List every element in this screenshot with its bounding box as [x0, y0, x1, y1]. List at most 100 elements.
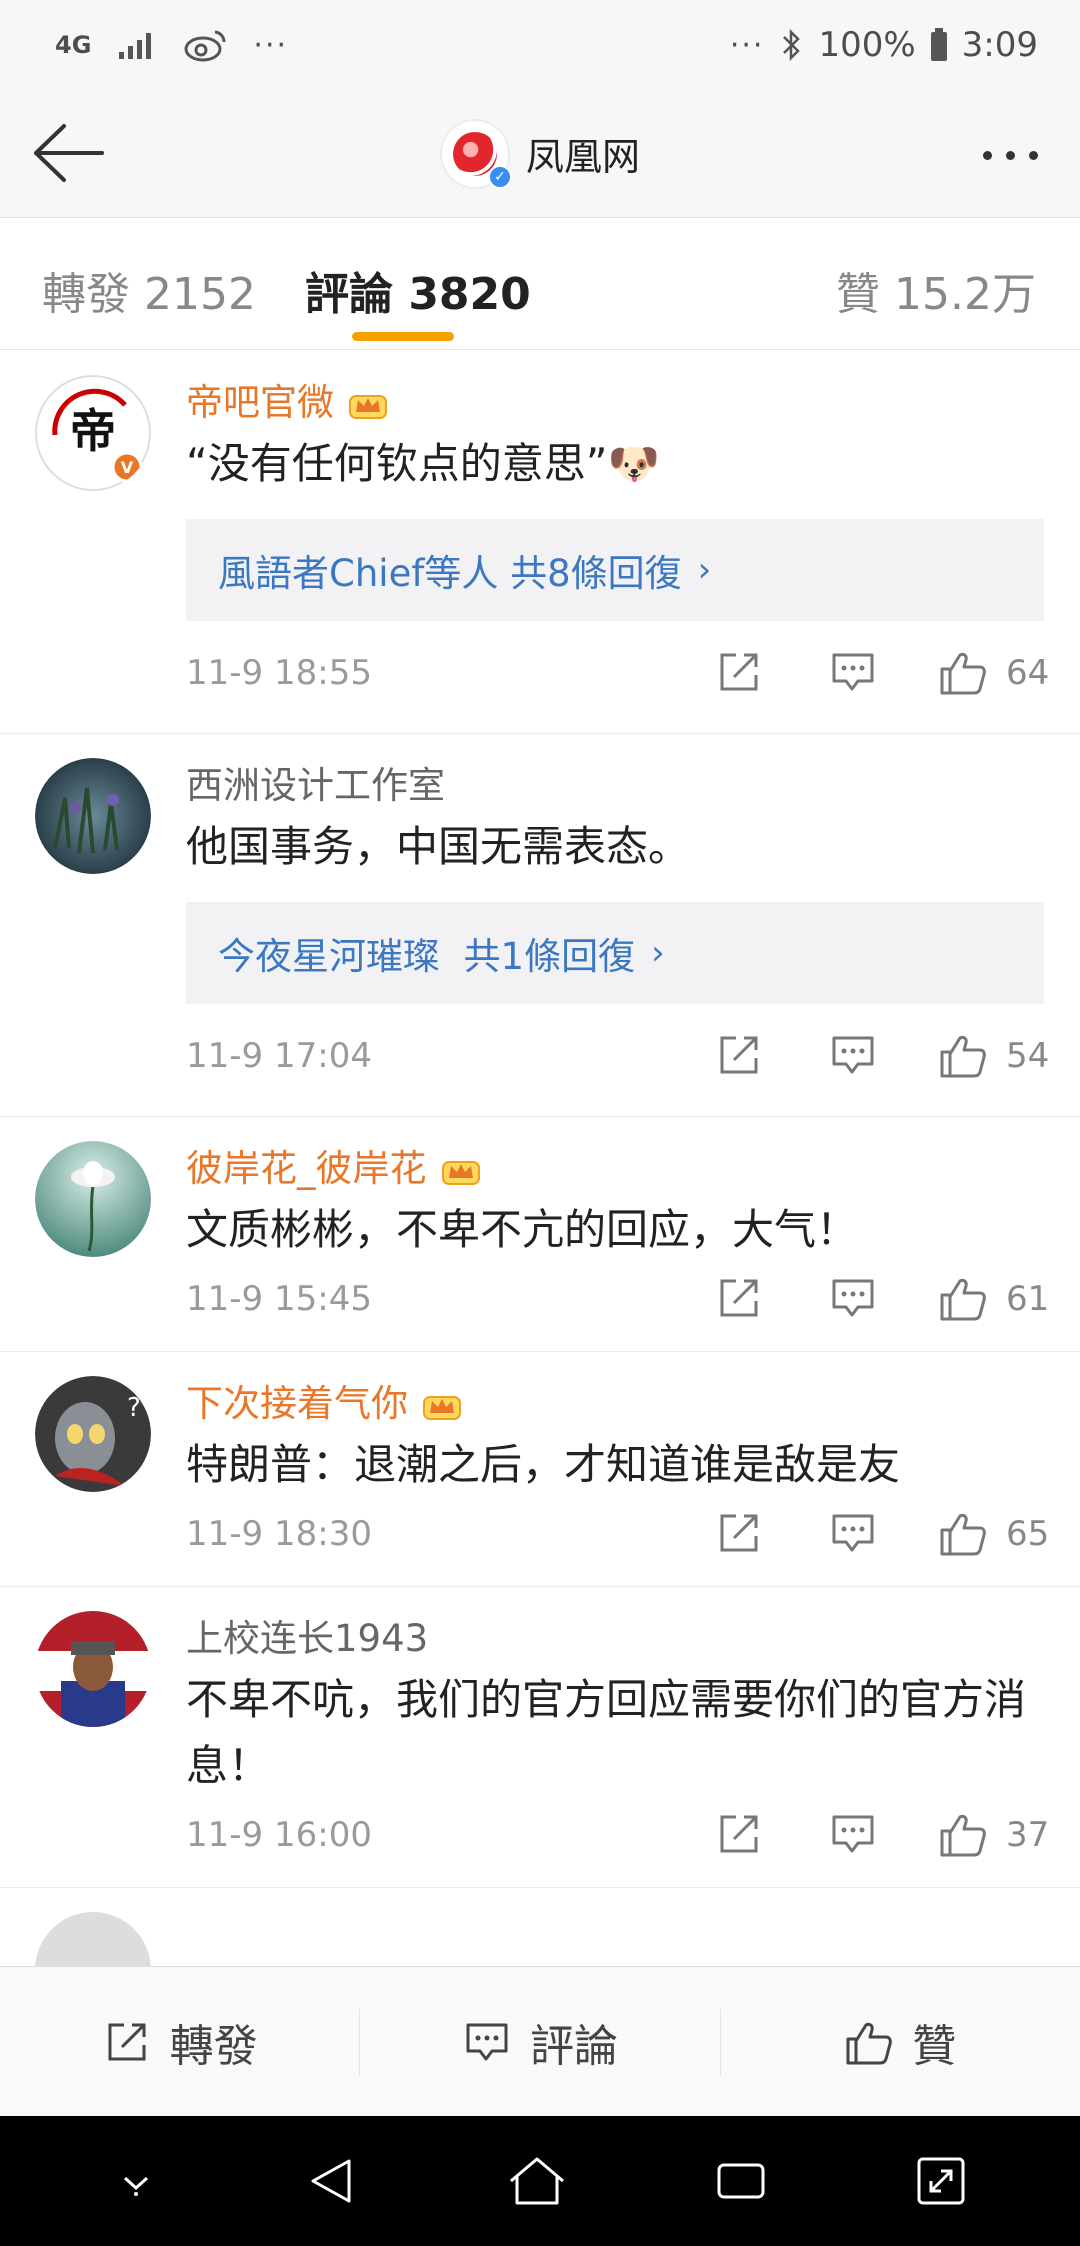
thumbs-up-icon[interactable] — [938, 1508, 988, 1558]
share-icon[interactable] — [714, 647, 764, 697]
author-name[interactable]: 西洲设计工作室 — [186, 758, 445, 814]
avatar[interactable] — [35, 758, 151, 874]
comment-meta: 11-9 18:30 65 — [186, 1498, 1080, 1586]
comment-icon[interactable] — [828, 647, 878, 697]
chevron-down-icon[interactable] — [111, 2156, 161, 2206]
tab-like[interactable]: 贊 15.2万 — [836, 258, 1036, 322]
share-icon[interactable] — [714, 1273, 764, 1323]
comment-text: 不卑不吭，我们的官方回应需要你们的官方消息！ — [186, 1675, 1027, 1790]
back-arrow-icon[interactable] — [28, 118, 108, 188]
avatar[interactable]: ? — [35, 1376, 151, 1492]
vip-crown-icon — [423, 1396, 461, 1420]
comment-text: 他国事务，中国无需表态。 — [186, 822, 691, 871]
comment-meta: 11-9 18:55 64 — [186, 621, 1080, 733]
avatar[interactable] — [35, 1141, 151, 1257]
like-count: 61 — [1006, 1279, 1050, 1319]
like-label: 贊 — [912, 2020, 957, 2072]
signal-icon — [119, 33, 152, 59]
thumbs-up-icon[interactable] — [938, 647, 988, 697]
back-triangle-icon[interactable] — [303, 2151, 363, 2211]
repost-button[interactable]: 轉發 — [0, 1967, 359, 2116]
like-count: 65 — [1006, 1514, 1050, 1554]
comment-time: 11-9 17:04 — [186, 1036, 372, 1076]
thumbs-up-icon[interactable] — [938, 1273, 988, 1323]
recent-apps-icon[interactable] — [711, 2151, 771, 2211]
replies-link[interactable]: 風語者Chief等人 共8條回復 › — [186, 519, 1044, 621]
chevron-right-icon: › — [697, 550, 712, 590]
share-icon[interactable] — [714, 1508, 764, 1558]
vip-crown-icon — [349, 395, 387, 419]
comment-button[interactable]: 評論 — [360, 1967, 719, 2116]
comment-author[interactable]: 下次接着气你 — [186, 1376, 1080, 1432]
header: ✓ 凤凰网 — [0, 90, 1080, 218]
clock: 3:09 — [961, 25, 1038, 65]
comment-meta: 11-9 17:04 54 — [186, 1004, 1080, 1116]
like-count: 37 — [1006, 1815, 1050, 1855]
replies-label: 風語者Chief等人 共8條回復 — [218, 552, 682, 595]
share-icon — [108, 2023, 146, 2060]
comment-author[interactable]: 西洲设计工作室 — [186, 758, 1080, 814]
comment-author[interactable]: 上校连长1943 — [186, 1611, 1080, 1667]
author-name[interactable]: 上校连长1943 — [186, 1611, 428, 1667]
comment-icon[interactable] — [828, 1809, 878, 1859]
page-title[interactable]: 凤凰网 — [526, 126, 640, 181]
like-count: 64 — [1006, 653, 1050, 693]
author-name[interactable]: 帝吧官微 — [186, 375, 334, 431]
bluetooth-icon — [783, 28, 801, 62]
comment-author[interactable]: 彼岸花_彼岸花 — [186, 1141, 1080, 1197]
share-icon[interactable] — [714, 1030, 764, 1080]
account-avatar[interactable]: ✓ — [439, 118, 512, 189]
more-options-icon[interactable] — [970, 130, 1050, 180]
comment-item: 西洲设计工作室 他国事务，中国无需表态。 今夜星河璀璨 共1條回復 › 11-9… — [0, 734, 1080, 1117]
verified-badge-icon: ✓ — [487, 164, 512, 189]
svg-text:?: ? — [127, 1393, 141, 1423]
comment-icon — [466, 2023, 508, 2060]
repost-label: 轉發 — [169, 2020, 258, 2072]
expand-icon[interactable] — [913, 2153, 969, 2209]
home-icon[interactable] — [505, 2151, 569, 2211]
comment-time: 11-9 18:55 — [186, 653, 372, 693]
comment-icon[interactable] — [828, 1030, 878, 1080]
comment-item: 上校连长1943 不卑不吭，我们的官方回应需要你们的官方消息！ 11-9 16:… — [0, 1587, 1080, 1888]
comment-list: 帝V 帝吧官微 “没有任何钦点的意思”🐶 風語者Chief等人 共8條回復 › … — [0, 351, 1080, 2028]
tab-comment[interactable]: 評論 3820 — [305, 258, 531, 322]
thumbs-up-icon[interactable] — [938, 1030, 988, 1080]
replies-label: 今夜星河璀璨 共1條回復 — [218, 935, 636, 978]
comment-label: 評論 — [529, 2020, 618, 2072]
comment-item-partial — [0, 1888, 1080, 2028]
tab-bar: 轉發 2152 評論 3820 贊 15.2万 — [0, 218, 1080, 350]
like-button[interactable]: 贊 — [721, 1967, 1080, 2116]
comment-text: 文质彬彬，不卑不亢的回应，大气！ — [186, 1205, 859, 1254]
comment-item: 彼岸花_彼岸花 文质彬彬，不卑不亢的回应，大气！ 11-9 15:45 61 — [0, 1117, 1080, 1352]
comment-item: 帝V 帝吧官微 “没有任何钦点的意思”🐶 風語者Chief等人 共8條回復 › … — [0, 351, 1080, 734]
avatar[interactable] — [35, 1611, 151, 1727]
share-icon[interactable] — [714, 1809, 764, 1859]
battery-percent: 100% — [818, 25, 916, 65]
comment-icon[interactable] — [828, 1508, 878, 1558]
status-dots: ··· — [729, 27, 765, 63]
comment-icon[interactable] — [828, 1273, 878, 1323]
tab-repost[interactable]: 轉發 2152 — [42, 258, 256, 322]
comment-author[interactable]: 帝吧官微 — [186, 375, 1080, 431]
chevron-right-icon: › — [651, 933, 665, 973]
bottom-action-bar: 轉發 評論 贊 — [0, 1966, 1080, 2116]
comment-item: ? 下次接着气你 特朗普：退潮之后，才知道谁是敌是友 11-9 18:30 65 — [0, 1352, 1080, 1587]
avatar[interactable]: 帝V — [35, 375, 151, 491]
comment-time: 11-9 16:00 — [186, 1815, 372, 1855]
like-count: 54 — [1006, 1036, 1050, 1076]
svg-text:V: V — [121, 458, 134, 477]
author-name[interactable]: 彼岸花_彼岸花 — [186, 1141, 427, 1197]
notification-dots: ··· — [253, 27, 289, 63]
comment-meta: 11-9 15:45 61 — [186, 1263, 1080, 1351]
comment-text: 特朗普：退潮之后，才知道谁是敌是友 — [186, 1440, 901, 1489]
replies-link[interactable]: 今夜星河璀璨 共1條回復 › — [186, 902, 1044, 1004]
weibo-icon — [184, 30, 226, 62]
author-name[interactable]: 下次接着气你 — [186, 1376, 408, 1432]
vip-crown-icon — [441, 1161, 480, 1185]
comment-time: 11-9 18:30 — [186, 1514, 372, 1554]
battery-icon — [930, 28, 947, 61]
system-nav-bar — [0, 2116, 1080, 2246]
thumbs-up-icon[interactable] — [938, 1809, 988, 1859]
network-type: 4G — [55, 31, 92, 59]
comment-text: “没有任何钦点的意思”🐶 — [186, 439, 660, 488]
